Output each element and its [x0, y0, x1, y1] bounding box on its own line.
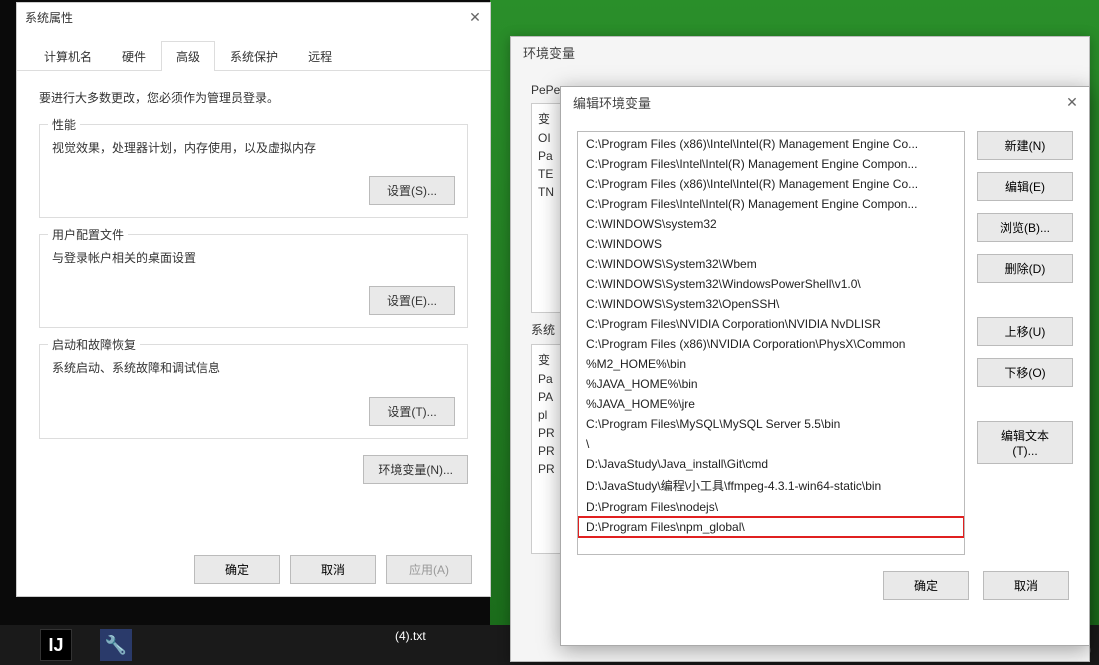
environment-variables-button[interactable]: 环境变量(N)...: [363, 455, 468, 484]
path-entry[interactable]: C:\Program Files (x86)\NVIDIA Corporatio…: [578, 334, 964, 354]
path-entry[interactable]: C:\WINDOWS: [578, 234, 964, 254]
path-entry[interactable]: C:\WINDOWS\System32\WindowsPowerShell\v1…: [578, 274, 964, 294]
taskbar-file-label: (4).txt: [395, 629, 426, 643]
path-entry[interactable]: C:\Program Files (x86)\Intel\Intel(R) Ma…: [578, 134, 964, 154]
group-startup-recovery-desc: 系统启动、系统故障和调试信息: [52, 359, 455, 378]
path-entry[interactable]: \: [578, 434, 964, 454]
path-entry[interactable]: C:\Program Files\NVIDIA Corporation\NVID…: [578, 314, 964, 334]
sysprops-title: 系统属性: [17, 3, 490, 31]
delete-button[interactable]: 删除(D): [977, 254, 1073, 283]
ok-button[interactable]: 确定: [883, 571, 969, 600]
move-up-button[interactable]: 上移(U): [977, 317, 1073, 346]
edit-text-button[interactable]: 编辑文本(T)...: [977, 421, 1073, 464]
path-entry[interactable]: C:\Program Files\Intel\Intel(R) Manageme…: [578, 194, 964, 214]
group-user-profiles-title: 用户配置文件: [48, 226, 128, 243]
edit-environment-variable-window: 编辑环境变量 ✕ C:\Program Files (x86)\Intel\In…: [560, 86, 1090, 646]
path-entry[interactable]: D:\JavaStudy\Java_install\Git\cmd: [578, 454, 964, 474]
path-entry[interactable]: %JAVA_HOME%\jre: [578, 394, 964, 414]
group-startup-recovery: 启动和故障恢复 系统启动、系统故障和调试信息 设置(T)...: [39, 344, 468, 438]
path-entry[interactable]: C:\Program Files\Intel\Intel(R) Manageme…: [578, 154, 964, 174]
path-entry[interactable]: %M2_HOME%\bin: [578, 354, 964, 374]
group-performance-desc: 视觉效果，处理器计划，内存使用，以及虚拟内存: [52, 139, 455, 158]
group-startup-recovery-title: 启动和故障恢复: [48, 336, 140, 353]
group-user-profiles-desc: 与登录帐户相关的桌面设置: [52, 249, 455, 268]
envvars-title: 环境变量: [511, 37, 1089, 67]
taskbar-icon-intellij[interactable]: IJ: [40, 629, 72, 661]
path-entry[interactable]: C:\WINDOWS\System32\Wbem: [578, 254, 964, 274]
new-button[interactable]: 新建(N): [977, 131, 1073, 160]
editenv-title: 编辑环境变量: [561, 87, 1089, 117]
path-entry[interactable]: C:\Program Files (x86)\Intel\Intel(R) Ma…: [578, 174, 964, 194]
tab-advanced[interactable]: 高级: [161, 41, 215, 71]
path-entry[interactable]: C:\Program Files\MySQL\MySQL Server 5.5\…: [578, 414, 964, 434]
path-entry[interactable]: C:\WINDOWS\system32: [578, 214, 964, 234]
cancel-button[interactable]: 取消: [983, 571, 1069, 600]
taskbar-icon-other[interactable]: 🔧: [100, 629, 132, 661]
path-entry[interactable]: D:\Program Files\nodejs\: [578, 497, 964, 517]
path-entry[interactable]: D:\Program Files\npm_global\: [578, 517, 964, 537]
startup-recovery-settings-button[interactable]: 设置(T)...: [369, 397, 455, 426]
tab-hardware[interactable]: 硬件: [107, 41, 161, 71]
edit-button[interactable]: 编辑(E): [977, 172, 1073, 201]
browse-button[interactable]: 浏览(B)...: [977, 213, 1073, 242]
group-user-profiles: 用户配置文件 与登录帐户相关的桌面设置 设置(E)...: [39, 234, 468, 328]
user-profiles-settings-button[interactable]: 设置(E)...: [369, 286, 455, 315]
path-entries-list[interactable]: C:\Program Files (x86)\Intel\Intel(R) Ma…: [577, 131, 965, 555]
apply-button[interactable]: 应用(A): [386, 555, 472, 584]
group-performance-title: 性能: [48, 116, 80, 133]
ok-button[interactable]: 确定: [194, 555, 280, 584]
path-entry[interactable]: %JAVA_HOME%\bin: [578, 374, 964, 394]
close-icon[interactable]: ✕: [1063, 93, 1081, 111]
move-down-button[interactable]: 下移(O): [977, 358, 1073, 387]
cancel-button[interactable]: 取消: [290, 555, 376, 584]
tab-system-protection[interactable]: 系统保护: [215, 41, 293, 71]
admin-note: 要进行大多数更改，您必须作为管理员登录。: [39, 89, 468, 106]
group-performance: 性能 视觉效果，处理器计划，内存使用，以及虚拟内存 设置(S)...: [39, 124, 468, 218]
close-icon[interactable]: ✕: [466, 8, 484, 26]
system-properties-window: 系统属性 ✕ 计算机名 硬件 高级 系统保护 远程 要进行大多数更改，您必须作为…: [16, 2, 491, 597]
tab-remote[interactable]: 远程: [293, 41, 347, 71]
path-entry[interactable]: D:\JavaStudy\编程\小工具\ffmpeg-4.3.1-win64-s…: [578, 474, 964, 497]
tab-computer-name[interactable]: 计算机名: [29, 41, 107, 71]
sysprops-tabs: 计算机名 硬件 高级 系统保护 远程: [17, 41, 490, 71]
path-entry[interactable]: C:\WINDOWS\System32\OpenSSH\: [578, 294, 964, 314]
performance-settings-button[interactable]: 设置(S)...: [369, 176, 455, 205]
